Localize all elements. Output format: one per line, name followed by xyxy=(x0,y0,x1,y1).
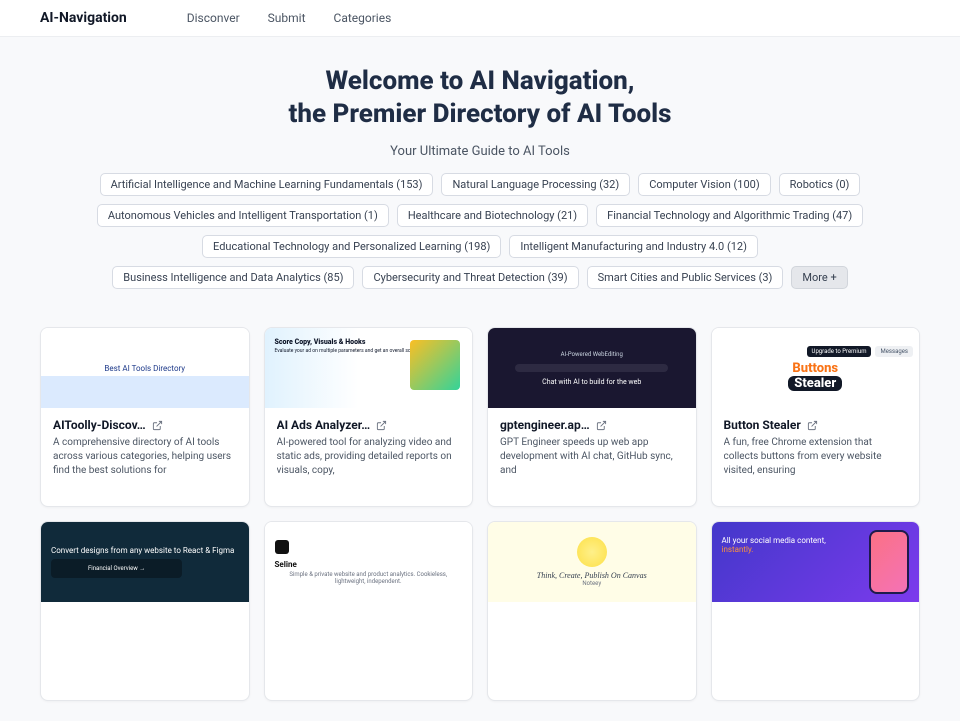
hero: Welcome to AI Navigation, the Premier Di… xyxy=(0,37,960,307)
tool-card[interactable]: AI-Powered WebEditing Chat with AI to bu… xyxy=(487,327,697,507)
top-nav: AI-Navigation Disconver Submit Categorie… xyxy=(0,0,960,37)
card-description: A comprehensive directory of AI tools ac… xyxy=(53,436,237,478)
thumb-text: Chat with AI to build for the web xyxy=(542,378,641,386)
tag[interactable]: Intelligent Manufacturing and Industry 4… xyxy=(509,235,758,258)
thumb-text: Score Copy, Visuals & Hooks xyxy=(275,338,366,346)
external-link-icon xyxy=(152,420,163,431)
cards-grid: Best AI Tools Directory AIToolly-Discov…… xyxy=(0,307,960,721)
card-body: gptengineer.ap… GPT Engineer speeds up w… xyxy=(488,408,696,506)
thumb-text: Seline xyxy=(275,560,297,569)
card-title: AIToolly-Discov… xyxy=(53,418,146,432)
card-description: GPT Engineer speeds up web app developme… xyxy=(500,436,684,478)
card-thumbnail: AI-Powered WebEditing Chat with AI to bu… xyxy=(488,328,696,408)
card-thumbnail: Seline Simple & private website and prod… xyxy=(265,522,473,602)
hero-title-line1: Welcome to AI Navigation, xyxy=(326,66,635,96)
tag[interactable]: Artificial Intelligence and Machine Lear… xyxy=(100,173,434,196)
card-thumbnail: Score Copy, Visuals & HooksEvaluate your… xyxy=(265,328,473,408)
hero-title-line2: the Premier Directory of AI Tools xyxy=(288,99,671,129)
tag[interactable]: Smart Cities and Public Services (3) xyxy=(587,266,784,289)
thumb-text: Best AI Tools Directory xyxy=(104,364,185,373)
card-title: gptengineer.ap… xyxy=(500,418,590,432)
tag[interactable]: Cybersecurity and Threat Detection (39) xyxy=(362,266,578,289)
hero-title: Welcome to AI Navigation, the Premier Di… xyxy=(40,65,920,130)
hero-subtitle: Your Ultimate Guide to AI Tools xyxy=(40,144,920,159)
card-body: AI Ads Analyzer… AI-powered tool for ana… xyxy=(265,408,473,506)
card-description: AI-powered tool for analyzing video and … xyxy=(277,436,461,478)
card-body: Button Stealer A fun, free Chrome extens… xyxy=(712,408,920,506)
card-title: Button Stealer xyxy=(724,418,801,432)
tool-card[interactable]: Seline Simple & private website and prod… xyxy=(264,521,474,701)
thumb-sub: AI-Powered WebEditing xyxy=(561,351,623,358)
card-description: A fun, free Chrome extension that collec… xyxy=(724,436,908,478)
nav-link-submit[interactable]: Submit xyxy=(268,11,306,25)
brand[interactable]: AI-Navigation xyxy=(40,10,127,26)
tool-card[interactable]: All your social media content, instantly… xyxy=(711,521,921,701)
tag-more[interactable]: More + xyxy=(791,266,847,289)
thumb-highlight: instantly. xyxy=(722,545,754,554)
card-body: AIToolly-Discov… A comprehensive directo… xyxy=(41,408,249,506)
card-thumbnail: Upgrade to PremiumMessages Buttons Steal… xyxy=(712,328,920,408)
tool-card[interactable]: Convert designs from any website to Reac… xyxy=(40,521,250,701)
card-thumbnail: All your social media content, instantly… xyxy=(712,522,920,602)
thumb-text: Think, Create, Publish On Canvas xyxy=(537,571,647,580)
tag[interactable]: Computer Vision (100) xyxy=(638,173,770,196)
thumb-text: All your social media content, xyxy=(722,536,826,545)
tool-card[interactable]: Upgrade to PremiumMessages Buttons Steal… xyxy=(711,327,921,507)
tag[interactable]: Business Intelligence and Data Analytics… xyxy=(112,266,354,289)
category-tags: Artificial Intelligence and Machine Lear… xyxy=(70,173,890,289)
external-link-icon xyxy=(807,420,818,431)
thumb-text: Convert designs from any website to Reac… xyxy=(51,546,234,555)
card-thumbnail: Best AI Tools Directory xyxy=(41,328,249,408)
tag[interactable]: Financial Technology and Algorithmic Tra… xyxy=(596,204,863,227)
tool-card[interactable]: Best AI Tools Directory AIToolly-Discov…… xyxy=(40,327,250,507)
tag[interactable]: Robotics (0) xyxy=(779,173,861,196)
tag[interactable]: Natural Language Processing (32) xyxy=(441,173,630,196)
tool-card[interactable]: Score Copy, Visuals & HooksEvaluate your… xyxy=(264,327,474,507)
card-thumbnail: Think, Create, Publish On Canvas Noteey xyxy=(488,522,696,602)
thumb-sub: Simple & private website and product ana… xyxy=(275,571,463,585)
thumb-text: Stealer xyxy=(788,376,842,391)
tag[interactable]: Autonomous Vehicles and Intelligent Tran… xyxy=(97,204,389,227)
nav-links: Disconver Submit Categories xyxy=(187,11,392,25)
tag[interactable]: Healthcare and Biotechnology (21) xyxy=(397,204,588,227)
thumb-text: Buttons xyxy=(792,361,838,376)
tool-card[interactable]: Think, Create, Publish On Canvas Noteey xyxy=(487,521,697,701)
nav-link-categories[interactable]: Categories xyxy=(334,11,392,25)
external-link-icon xyxy=(376,420,387,431)
card-title: AI Ads Analyzer… xyxy=(277,418,371,432)
thumb-sub: Noteey xyxy=(582,580,601,587)
external-link-icon xyxy=(596,420,607,431)
nav-link-discover[interactable]: Disconver xyxy=(187,11,240,25)
tag[interactable]: Educational Technology and Personalized … xyxy=(202,235,501,258)
card-thumbnail: Convert designs from any website to Reac… xyxy=(41,522,249,602)
